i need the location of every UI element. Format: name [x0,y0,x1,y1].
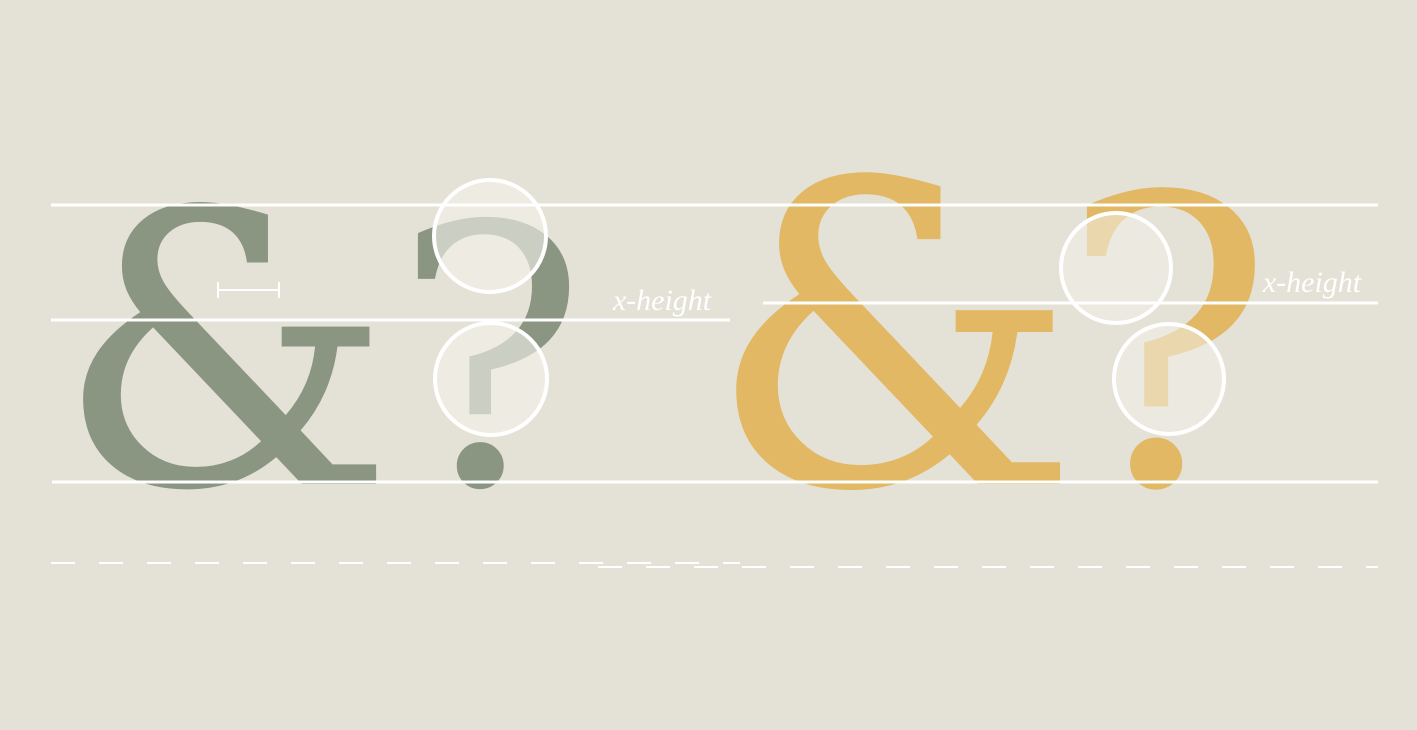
right-upper-lens [1059,211,1173,325]
left-lower-lens [433,321,549,437]
left-specimen: & ? x-height [56,131,712,574]
left-xheight-label: x-height [612,284,712,317]
specimen-illustration: & ? x-height & ? x-height [51,95,1378,584]
right-lower-lens [1112,322,1226,436]
right-xheight-label: x-height [1262,266,1362,299]
right-specimen: & ? x-height [706,95,1362,584]
left-ampersand-glyph: & [56,131,394,574]
right-ampersand-glyph: & [706,95,1080,584]
left-upper-lens [432,178,548,294]
typography-comparison-canvas: & ? x-height & ? x-height [0,0,1417,730]
